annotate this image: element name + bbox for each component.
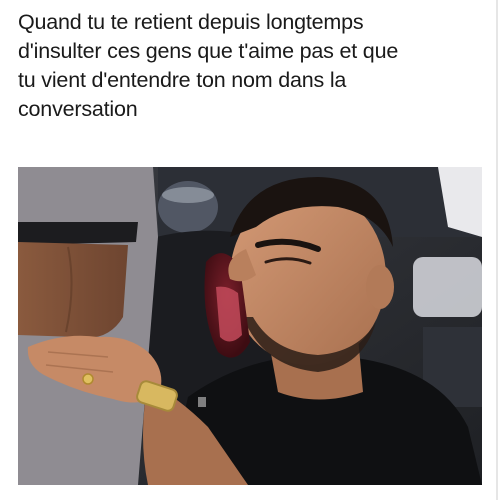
caption-line-1: Quand tu te retient depuis longtemps — [18, 10, 364, 34]
caption-line-3: tu vient d'entendre ton nom dans la — [18, 68, 347, 92]
left-person-arm — [18, 242, 128, 338]
grey-shirt-sleeve-band — [18, 222, 138, 245]
meme-caption: Quand tu te retient depuis longtemps d'i… — [18, 8, 484, 124]
background-equipment — [413, 257, 482, 317]
ear — [366, 265, 394, 309]
caption-line-2: d'insulter ces gens que t'aime pas et qu… — [18, 39, 399, 63]
shirt-emblem — [198, 397, 206, 407]
caption-line-4: conversation — [18, 97, 138, 121]
meme-photo — [18, 167, 482, 485]
tongue — [216, 286, 242, 342]
right-edge-divider — [496, 0, 498, 500]
photo-illustration — [18, 167, 482, 485]
ring — [82, 373, 94, 385]
